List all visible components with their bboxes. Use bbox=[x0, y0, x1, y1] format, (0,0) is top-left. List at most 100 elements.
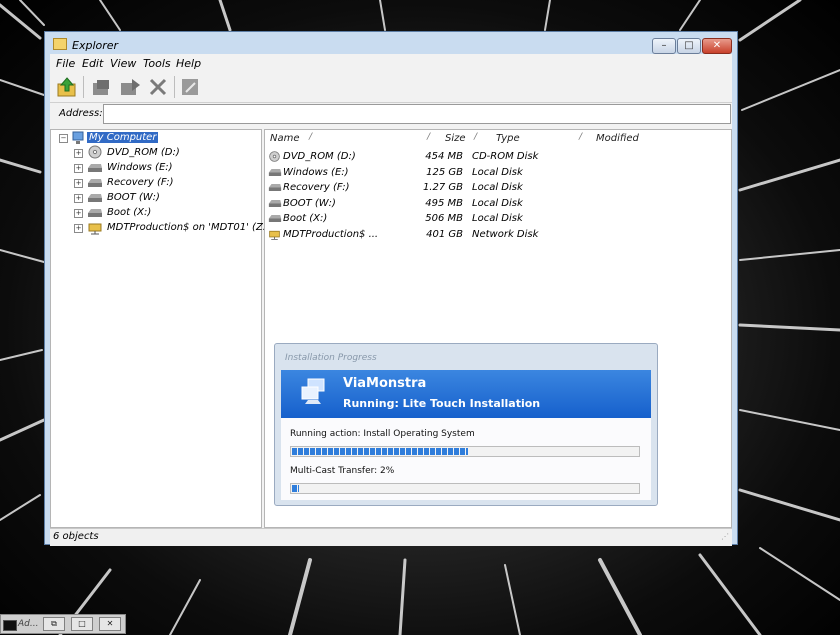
list-row[interactable]: BOOT (W:) 495 MB Local Disk bbox=[265, 196, 731, 211]
row-name: MDTProduction$ ... bbox=[283, 229, 379, 240]
row-type: Local Disk bbox=[472, 167, 523, 178]
dialog-title: Installation Progress bbox=[285, 353, 377, 363]
sort-separator: / bbox=[579, 132, 583, 142]
tree-item-my-computer[interactable]: My Computer bbox=[87, 131, 159, 145]
cdrom-icon bbox=[88, 145, 102, 159]
drive-icon bbox=[88, 209, 102, 217]
drive-icon bbox=[88, 179, 102, 187]
minimize-button[interactable]: – bbox=[652, 38, 676, 54]
tree-item-dvd[interactable]: DVD_ROM (D:) bbox=[107, 146, 180, 160]
menu-file[interactable]: File bbox=[56, 57, 75, 70]
address-bar: Address: bbox=[50, 103, 732, 127]
status-text: 6 objects bbox=[53, 531, 99, 542]
menu-help[interactable]: Help bbox=[176, 57, 201, 70]
expand-toggle[interactable]: + bbox=[74, 149, 83, 158]
row-name: BOOT (W:) bbox=[283, 198, 336, 209]
row-size: 506 MB bbox=[425, 213, 463, 224]
row-size: 454 MB bbox=[425, 151, 463, 162]
list-row[interactable]: DVD_ROM (D:) 454 MB CD-ROM Disk bbox=[265, 149, 731, 164]
row-size: 401 GB bbox=[426, 229, 463, 240]
row-name: DVD_ROM (D:) bbox=[283, 151, 356, 162]
menu-bar: File Edit View Tools Help bbox=[50, 54, 732, 72]
progress-body: Running action: Install Operating System… bbox=[281, 418, 651, 500]
up-folder-icon[interactable] bbox=[55, 75, 79, 99]
column-header-type[interactable]: Type bbox=[496, 132, 520, 146]
toolbar bbox=[50, 72, 732, 103]
close-button[interactable]: ✕ bbox=[702, 38, 732, 54]
toolbar-separator bbox=[83, 76, 84, 98]
menu-tools[interactable]: Tools bbox=[143, 57, 171, 70]
minimized-title: Ad... bbox=[18, 619, 39, 629]
column-header-name[interactable]: Name bbox=[270, 132, 300, 146]
progress-banner: ViaMonstra Running: Lite Touch Installat… bbox=[281, 370, 651, 418]
menu-edit[interactable]: Edit bbox=[82, 57, 103, 70]
maximize-button[interactable]: □ bbox=[71, 617, 93, 631]
minimized-window-bar[interactable]: Ad... ⧉ □ ✕ bbox=[0, 614, 126, 634]
expand-toggle[interactable]: + bbox=[74, 224, 83, 233]
tree-item-boot-w[interactable]: BOOT (W:) bbox=[107, 191, 160, 205]
phase-label: Running: Lite Touch Installation bbox=[343, 397, 541, 410]
tree-item-boot-x[interactable]: Boot (X:) bbox=[107, 206, 151, 220]
drive-icon bbox=[268, 215, 282, 222]
rename-icon[interactable] bbox=[178, 75, 202, 99]
move-icon[interactable] bbox=[118, 75, 142, 99]
computer-icon bbox=[72, 131, 84, 144]
restore-button[interactable]: ⧉ bbox=[43, 617, 65, 631]
window-title: Explorer bbox=[72, 39, 119, 52]
row-type: Local Disk bbox=[472, 182, 523, 193]
command-prompt-icon bbox=[3, 620, 17, 631]
tree-item-label: My Computer bbox=[87, 132, 159, 143]
action-label: Running action: Install Operating System bbox=[290, 429, 475, 439]
collapse-toggle[interactable]: − bbox=[59, 134, 68, 143]
transfer-label: Multi-Cast Transfer: 2% bbox=[290, 466, 395, 476]
drive-icon bbox=[88, 194, 102, 202]
menu-view[interactable]: View bbox=[110, 57, 136, 70]
tree-item-recovery[interactable]: Recovery (F:) bbox=[107, 176, 174, 190]
row-name: Recovery (F:) bbox=[283, 182, 350, 193]
sort-separator: / bbox=[309, 132, 313, 142]
address-label: Address: bbox=[59, 108, 103, 119]
expand-toggle[interactable]: + bbox=[74, 164, 83, 173]
row-type: Local Disk bbox=[472, 198, 523, 209]
row-name: Boot (X:) bbox=[283, 213, 328, 224]
list-row[interactable]: Boot (X:) 506 MB Local Disk bbox=[265, 211, 731, 226]
action-progress-fill bbox=[292, 448, 468, 455]
drive-icon bbox=[268, 169, 282, 176]
maximize-button[interactable]: □ bbox=[677, 38, 701, 54]
list-row[interactable]: Recovery (F:) 1.27 GB Local Disk bbox=[265, 180, 731, 195]
list-row[interactable]: Windows (E:) 125 GB Local Disk bbox=[265, 165, 731, 180]
drive-icon bbox=[268, 200, 282, 207]
expand-toggle[interactable]: + bbox=[74, 179, 83, 188]
action-progress-bar bbox=[290, 446, 640, 457]
copy-icon[interactable] bbox=[90, 75, 114, 99]
sort-separator: / bbox=[474, 132, 478, 142]
transfer-progress-bar bbox=[290, 483, 640, 494]
expand-toggle[interactable]: + bbox=[74, 194, 83, 203]
installation-progress-dialog: Installation Progress ViaMonstra Running… bbox=[274, 343, 658, 506]
row-name: Windows (E:) bbox=[283, 167, 349, 178]
row-size: 1.27 GB bbox=[422, 182, 463, 193]
resize-grip-icon[interactable]: ⋰ bbox=[721, 532, 729, 541]
column-header-modified[interactable]: Modified bbox=[596, 132, 639, 146]
toolbar-separator bbox=[174, 76, 175, 98]
tree-item-mdtproduction[interactable]: MDTProduction$ on 'MDT01' (Z:) bbox=[107, 221, 270, 235]
folder-tree: − My Computer + DVD_ROM (D:) + Windows (… bbox=[50, 129, 270, 528]
row-size: 495 MB bbox=[425, 198, 463, 209]
list-row[interactable]: MDTProduction$ ... 401 GB Network Disk bbox=[265, 227, 731, 242]
row-type: Network Disk bbox=[472, 229, 539, 240]
row-type: CD-ROM Disk bbox=[472, 151, 539, 162]
network-drive-icon bbox=[88, 223, 102, 235]
close-button[interactable]: ✕ bbox=[99, 617, 121, 631]
expand-toggle[interactable]: + bbox=[74, 209, 83, 218]
cdrom-icon bbox=[269, 151, 280, 162]
sort-separator: / bbox=[427, 132, 431, 142]
address-input[interactable] bbox=[103, 104, 731, 124]
tree-item-windows[interactable]: Windows (E:) bbox=[107, 161, 173, 175]
column-header-size[interactable]: Size bbox=[445, 132, 466, 146]
transfer-progress-fill bbox=[292, 485, 299, 492]
delete-icon[interactable] bbox=[146, 75, 170, 99]
drive-icon bbox=[88, 164, 102, 172]
status-bar: 6 objects ⋰ bbox=[50, 528, 732, 546]
brand-name: ViaMonstra bbox=[343, 376, 427, 391]
drive-icon bbox=[268, 184, 282, 191]
